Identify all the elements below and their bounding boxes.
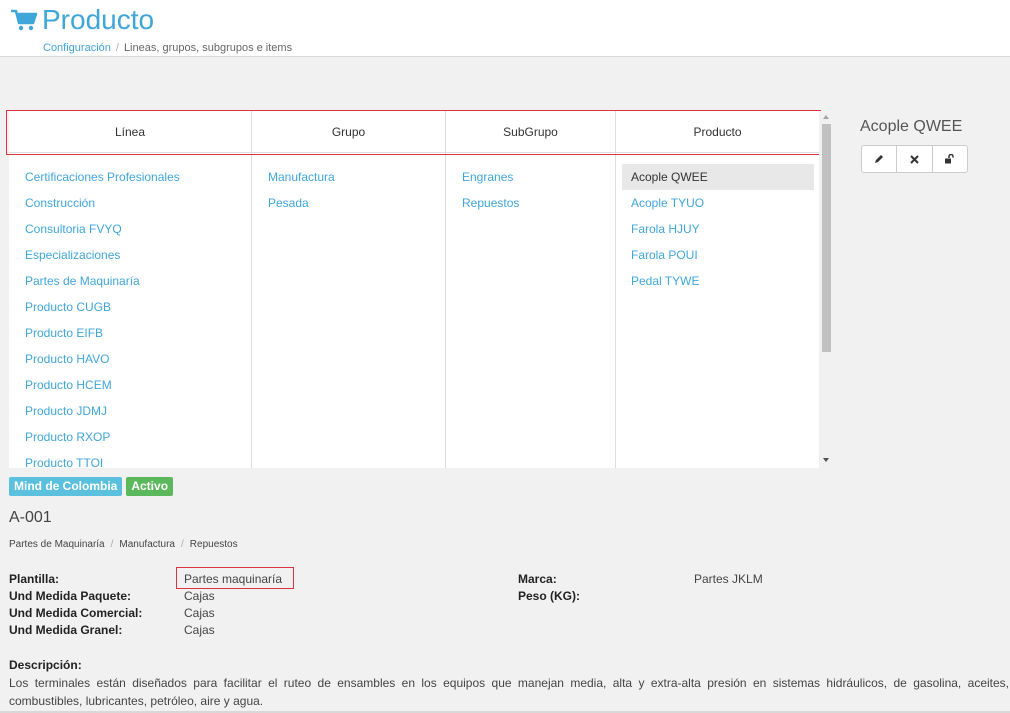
subgrupo-item[interactable]: Engranes (446, 164, 615, 190)
product-category-path: Partes de Maquinaría / Manufactura / Repuest… (9, 539, 238, 550)
scroll-down-arrow-icon[interactable] (823, 458, 829, 462)
und-comercial-label: Und Medida Comercial: (9, 606, 143, 620)
scroll-up-arrow-icon[interactable] (823, 115, 829, 119)
unlock-icon (945, 154, 955, 164)
plantilla-value: Partes maquinaría (184, 572, 283, 586)
und-granel-value: Cajas (184, 623, 215, 637)
grupo-item[interactable]: Manufactura (252, 164, 445, 190)
scrollbar-thumb[interactable] (822, 124, 831, 352)
und-paquete-value: Cajas (184, 589, 215, 603)
producto-item[interactable]: Pedal TYWE (622, 268, 814, 294)
path-subgrupo: Repuestos (189, 539, 238, 550)
pencil-icon (875, 155, 884, 163)
delete-button[interactable] (897, 146, 933, 172)
linea-item[interactable]: Producto TTOI (9, 450, 251, 468)
path-linea: Partes de Maquinaría (9, 539, 105, 550)
column-header-producto: Producto (693, 125, 742, 139)
selected-product-title: Acople QWEE (860, 118, 963, 135)
product-badges: Mind de Colombia Activo (9, 477, 174, 496)
linea-item[interactable]: Producto HAVO (9, 346, 251, 372)
marca-value: Partes JKLM (694, 572, 763, 586)
und-granel-label: Und Medida Granel: (9, 623, 123, 637)
path-separator: / (110, 539, 114, 550)
subgrupo-item[interactable]: Repuestos (446, 190, 615, 216)
column-header-subgrupo: SubGrupo (446, 111, 616, 153)
linea-item[interactable]: Construcción (9, 190, 251, 216)
status-badge: Activo (126, 477, 174, 496)
path-grupo: Manufactura (119, 539, 175, 550)
descripcion-label: Descripción: (9, 658, 82, 672)
breadcrumb-link-configuracion[interactable]: Configuración (43, 42, 111, 54)
linea-item[interactable]: Producto RXOP (9, 424, 251, 450)
breadcrumb-separator: / (115, 42, 119, 54)
column-header-grupo: Grupo (252, 111, 446, 153)
subgrupo-list: Engranes Repuestos (446, 153, 616, 468)
edit-button[interactable] (862, 146, 898, 172)
breadcrumb-current: Lineas, grupos, subgrupos e items (123, 42, 293, 54)
path-separator: / (181, 539, 184, 550)
linea-item[interactable]: Producto EIFB (9, 320, 251, 346)
grupo-item[interactable]: Pesada (252, 190, 445, 216)
und-comercial-value: Cajas (184, 606, 215, 620)
linea-item[interactable]: Especializaciones (9, 242, 251, 268)
linea-list: Certificaciones Profesionales Construcci… (9, 153, 252, 468)
column-headers: Línea Grupo SubGrupo Producto (9, 111, 819, 153)
descripcion-text: Los terminales están diseñados para faci… (9, 676, 1009, 708)
product-actions (861, 145, 968, 173)
peso-label: Peso (KG): (518, 589, 581, 603)
page-title: Producto (42, 4, 155, 35)
title-row: Producto (10, 4, 154, 36)
unlock-button[interactable] (933, 146, 967, 172)
linea-item[interactable]: Certificaciones Profesionales (9, 164, 251, 190)
vertical-scrollbar[interactable] (819, 111, 834, 468)
producto-list: Acople QWEE Acople TYUO Farola HJUY Faro… (616, 153, 819, 468)
producto-item-selected[interactable]: Acople QWEE (622, 164, 814, 190)
company-badge: Mind de Colombia (9, 477, 123, 496)
grupo-list: Manufactura Pesada (252, 153, 446, 468)
linea-item[interactable]: Partes de Maquinaría (9, 268, 251, 294)
producto-item[interactable]: Farola POUI (622, 242, 814, 268)
producto-item[interactable]: Acople TYUO (622, 190, 814, 216)
und-paquete-label: Und Medida Paquete: (9, 589, 132, 603)
category-browser: Línea Grupo SubGrupo Producto Certificac… (9, 111, 819, 468)
breadcrumb: Configuración / Lineas, grupos, subgrupos … (43, 42, 292, 54)
column-header-linea: Línea (9, 111, 252, 153)
product-code: A-001 (9, 509, 52, 526)
plantilla-label: Plantilla: (9, 572, 60, 586)
producto-item[interactable]: Farola HJUY (622, 216, 814, 242)
linea-item[interactable]: Producto CUGB (9, 294, 251, 320)
linea-item[interactable]: Consultoria FVYQ (9, 216, 251, 242)
page-header: Producto Configuración / Lineas, grupos, s… (0, 0, 1010, 57)
column-lists: Certificaciones Profesionales Construcci… (9, 153, 819, 468)
linea-item[interactable]: Producto JDMJ (9, 398, 251, 424)
shopping-cart-icon (10, 8, 38, 32)
linea-item[interactable]: Producto HCEM (9, 372, 251, 398)
marca-label: Marca: (518, 572, 557, 586)
times-icon (910, 154, 919, 164)
